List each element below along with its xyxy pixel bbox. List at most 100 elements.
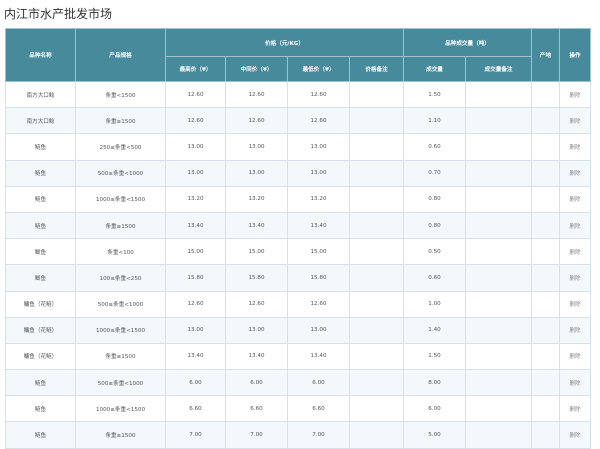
cell-price-mid: 12.60 [225, 107, 288, 135]
cell-volume-note [465, 342, 533, 371]
delete-link[interactable]: 删除 [559, 290, 592, 318]
delete-link[interactable]: 删除 [559, 211, 592, 240]
cell-spec: 500≤条重<1000 [75, 159, 166, 187]
cell-price-note [348, 80, 405, 109]
cell-volume: 6.00 [403, 395, 467, 423]
table-row: 鳙鱼（花鲢） 条重≥1500 13.40 13.40 13.40 1.50 删除 [5, 342, 592, 371]
cell-price-high: 6.60 [165, 395, 226, 423]
cell-variety: 鲢鱼 [5, 369, 76, 397]
cell-price-note [348, 238, 405, 266]
cell-variety: 鲢鱼 [5, 133, 76, 161]
cell-price-note [348, 395, 405, 423]
delete-link[interactable]: 删除 [559, 133, 592, 161]
cell-variety: 鲢鱼 [5, 395, 76, 423]
delete-link[interactable]: 删除 [559, 316, 592, 344]
table-row: 鲢鱼 1000≤条重<1500 13.20 13.20 13.20 0.80 删除 [5, 185, 592, 213]
cell-price-low: 13.40 [287, 342, 350, 371]
cell-spec: 1000≤条重<1500 [75, 395, 166, 423]
cell-volume-note [465, 238, 533, 266]
table-row: 鲢鱼 条重≥1500 13.40 13.40 13.40 0.80 删除 [5, 211, 592, 240]
table-row: 鲢鱼 1000≤条重<1500 6.60 6.60 6.60 6.00 删除 [5, 395, 592, 423]
cell-origin [531, 211, 561, 240]
price-table-container: 品种名称 产品规格 价格（元/KG） 品种成交量（吨） 产地 操作 最高价（¥）… [5, 28, 592, 449]
table-row: 鲢鱼 500≤条重<1000 6.00 6.00 6.00 8.00 删除 [5, 369, 592, 397]
cell-volume-note [465, 159, 533, 187]
delete-link[interactable]: 删除 [559, 80, 592, 109]
cell-volume-note [465, 80, 533, 109]
cell-origin [531, 290, 561, 318]
cell-price-high: 12.60 [165, 107, 226, 135]
header-price-group: 价格（元/KG） [164, 28, 405, 57]
cell-origin [531, 159, 561, 187]
delete-link[interactable]: 删除 [559, 395, 592, 423]
cell-variety: 鲢鱼 [5, 159, 76, 187]
cell-price-low: 15.80 [287, 264, 350, 292]
cell-volume-note [465, 421, 533, 449]
cell-volume-note [465, 185, 533, 213]
cell-price-note [348, 421, 405, 449]
cell-volume: 0.60 [403, 264, 467, 292]
cell-price-mid: 12.60 [225, 80, 288, 109]
cell-price-note [348, 264, 405, 292]
cell-price-low: 12.60 [287, 290, 350, 318]
header-action: 操作 [559, 28, 592, 82]
table-row: 鳙鱼（花鲢） 1000≤条重<1500 13.00 13.00 13.00 1.40 删除 [5, 316, 592, 344]
cell-price-low: 13.40 [287, 211, 350, 240]
cell-spec: 条重<1500 [75, 80, 166, 109]
cell-price-low: 6.00 [287, 369, 350, 397]
cell-spec: 500≤条重<1000 [75, 290, 166, 318]
header-price-high: 最高价（¥） [165, 56, 226, 82]
table-row: 鲢鱼 条重≥1500 7.00 7.00 7.00 5.00 删除 [5, 421, 592, 449]
cell-spec: 条重≥1500 [75, 211, 166, 240]
delete-link[interactable]: 删除 [559, 238, 592, 266]
cell-origin [531, 238, 561, 266]
cell-price-mid: 6.00 [225, 369, 288, 397]
cell-price-mid: 12.60 [225, 290, 288, 318]
cell-origin [531, 80, 561, 109]
header-volume-group: 品种成交量（吨） [403, 28, 533, 57]
cell-price-mid: 7.00 [225, 421, 288, 449]
page-title: 内江市水产批发市场 [4, 7, 113, 21]
cell-volume: 8.00 [403, 369, 467, 397]
cell-origin [531, 133, 561, 161]
cell-variety: 鲢鱼 [5, 421, 76, 449]
cell-price-mid: 6.60 [225, 395, 288, 423]
delete-link[interactable]: 删除 [559, 421, 592, 449]
cell-spec: 100≤条重<250 [75, 264, 166, 292]
cell-origin [531, 342, 561, 371]
cell-price-mid: 13.40 [225, 342, 288, 371]
cell-volume-note [465, 107, 533, 135]
cell-price-mid: 13.00 [225, 316, 288, 344]
cell-volume-note [465, 369, 533, 397]
table-row: 鲢鱼 500≤条重<1000 13.00 13.00 13.00 0.70 删除 [5, 159, 592, 187]
cell-price-note [348, 185, 405, 213]
delete-link[interactable]: 删除 [559, 264, 592, 292]
cell-origin [531, 395, 561, 423]
cell-price-high: 13.40 [165, 342, 226, 371]
cell-volume: 0.80 [403, 185, 467, 213]
cell-volume-note [465, 133, 533, 161]
cell-price-note [348, 211, 405, 240]
header-price-note: 价格备注 [348, 56, 405, 82]
cell-price-low: 12.60 [287, 107, 350, 135]
cell-price-mid: 13.00 [225, 133, 288, 161]
price-table: 品种名称 产品规格 价格（元/KG） 品种成交量（吨） 产地 操作 最高价（¥）… [5, 28, 592, 449]
cell-price-low: 13.00 [287, 159, 350, 187]
cell-volume: 1.50 [403, 80, 467, 109]
cell-price-low: 13.00 [287, 133, 350, 161]
delete-link[interactable]: 删除 [559, 342, 592, 371]
cell-spec: 条重<100 [75, 238, 166, 266]
cell-spec: 条重≥1500 [75, 107, 166, 135]
delete-link[interactable]: 删除 [559, 159, 592, 187]
cell-spec: 1000≤条重<1500 [75, 316, 166, 344]
cell-price-mid: 13.40 [225, 211, 288, 240]
table-row: 鳙鱼（花鲢） 500≤条重<1000 12.60 12.60 12.60 1.00 删除 [5, 290, 592, 318]
cell-price-note [348, 159, 405, 187]
header-price-mid: 中间价（¥） [225, 56, 288, 82]
cell-origin [531, 107, 561, 135]
delete-link[interactable]: 删除 [559, 185, 592, 213]
cell-price-high: 15.00 [165, 238, 226, 266]
delete-link[interactable]: 删除 [559, 107, 592, 135]
cell-price-high: 13.40 [165, 211, 226, 240]
delete-link[interactable]: 删除 [559, 369, 592, 397]
